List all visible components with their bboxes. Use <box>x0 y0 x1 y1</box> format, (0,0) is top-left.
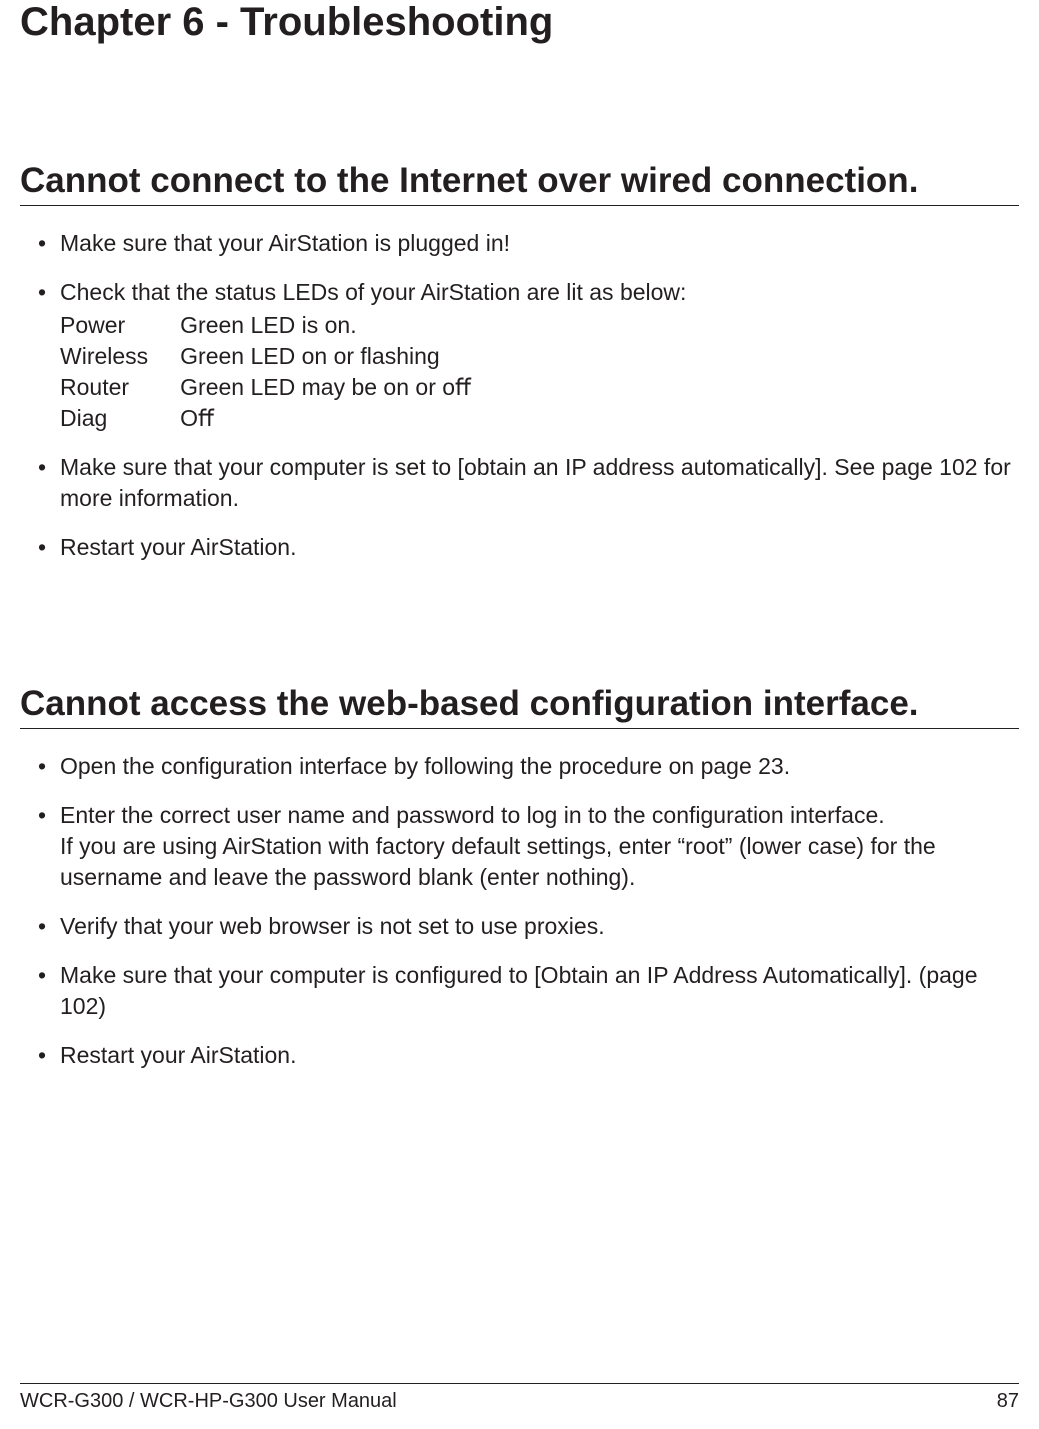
bullet-list: Open the conﬁguration interface by follo… <box>20 751 1019 1071</box>
table-row: Router Green LED may be on or oﬀ <box>60 372 503 403</box>
led-value: Green LED may be on or oﬀ <box>180 372 503 403</box>
table-row: Diag Oﬀ <box>60 403 503 434</box>
led-value: Green LED on or ﬂashing <box>180 341 503 372</box>
table-row: Power Green LED is on. <box>60 310 503 341</box>
footer-page-number: 87 <box>997 1390 1019 1413</box>
led-status-table: Power Green LED is on. Wireless Green LE… <box>60 310 503 434</box>
led-label: Diag <box>60 403 180 434</box>
bullet-list: Make sure that your AirStation is plugge… <box>20 228 1019 563</box>
list-item: Make sure that your AirStation is plugge… <box>38 228 1019 259</box>
section-wired-connection: Cannot connect to the Internet over wire… <box>20 160 1019 563</box>
table-row: Wireless Green LED on or ﬂashing <box>60 341 503 372</box>
chapter-title: Chapter 6 - Troubleshooting <box>20 0 1019 45</box>
list-item: Restart your AirStation. <box>38 532 1019 563</box>
list-item: Make sure that your computer is set to [… <box>38 452 1019 514</box>
section-title: Cannot connect to the Internet over wire… <box>20 160 1019 206</box>
list-item-text: Check that the status LEDs of your AirSt… <box>60 279 686 305</box>
list-item: Check that the status LEDs of your AirSt… <box>38 277 1019 434</box>
footer-manual-title: WCR-G300 / WCR-HP-G300 User Manual <box>20 1390 397 1413</box>
led-label: Router <box>60 372 180 403</box>
led-label: Wireless <box>60 341 180 372</box>
list-item: Make sure that your computer is conﬁgure… <box>38 960 1019 1022</box>
list-item: Enter the correct user name and password… <box>38 800 1019 893</box>
led-value: Oﬀ <box>180 403 503 434</box>
page-footer: WCR-G300 / WCR-HP-G300 User Manual 87 <box>20 1383 1019 1413</box>
led-label: Power <box>60 310 180 341</box>
page-content: Chapter 6 - Troubleshooting Cannot conne… <box>0 0 1039 1071</box>
led-value: Green LED is on. <box>180 310 503 341</box>
list-item: Verify that your web browser is not set … <box>38 911 1019 942</box>
section-title: Cannot access the web-based conﬁguration… <box>20 683 1019 729</box>
list-item: Restart your AirStation. <box>38 1040 1019 1071</box>
list-item: Open the conﬁguration interface by follo… <box>38 751 1019 782</box>
section-web-config: Cannot access the web-based conﬁguration… <box>20 683 1019 1071</box>
